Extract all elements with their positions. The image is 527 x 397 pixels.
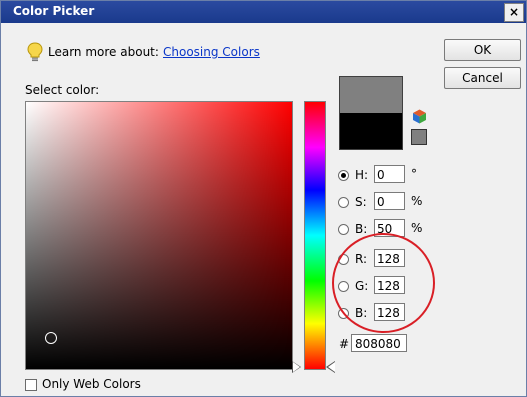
red-input[interactable]: 128 [374, 249, 405, 267]
only-web-colors-label[interactable]: Only Web Colors [42, 377, 141, 391]
current-color-swatch[interactable] [339, 113, 403, 150]
brightness-unit: % [411, 221, 423, 235]
ok-button[interactable]: OK [444, 39, 521, 61]
blue-label: B: [355, 306, 368, 320]
green-input[interactable]: 128 [374, 276, 405, 294]
hue-unit: ° [411, 167, 417, 181]
saturation-radio[interactable] [338, 197, 349, 208]
red-label: R: [355, 252, 368, 266]
learn-more-label: Learn more about: [48, 45, 159, 59]
title-bar: Color Picker × [1, 1, 526, 23]
green-radio[interactable] [338, 281, 349, 292]
new-color-swatch [339, 76, 403, 113]
hue-label: H: [355, 168, 369, 182]
websafe-cube-icon[interactable] [412, 109, 427, 124]
close-button[interactable]: × [504, 3, 524, 22]
select-color-label: Select color: [25, 83, 100, 97]
cancel-button[interactable]: Cancel [444, 67, 521, 89]
only-web-colors-checkbox[interactable] [25, 379, 37, 391]
lightbulb-icon [27, 42, 43, 62]
websafe-color-swatch[interactable] [411, 129, 427, 145]
blue-input[interactable]: 128 [374, 303, 405, 321]
hex-input[interactable]: 808080 [351, 334, 407, 352]
saturation-input[interactable]: 0 [374, 192, 405, 210]
red-radio[interactable] [338, 254, 349, 265]
hex-hash-label: # [339, 337, 350, 351]
blue-radio[interactable] [338, 308, 349, 319]
brightness-input[interactable]: 50 [374, 219, 405, 237]
hue-slider-left-arrow-fill [293, 362, 300, 372]
hue-input[interactable]: 0 [374, 165, 405, 183]
hue-radio[interactable] [338, 170, 349, 181]
hue-slider-right-arrow-fill [328, 362, 335, 372]
window-title: Color Picker [13, 4, 95, 18]
saturation-label: S: [355, 195, 367, 209]
brightness-label: B: [355, 222, 368, 236]
color-picker-dialog: Color Picker × Learn more about: Choosin… [0, 0, 527, 397]
saturation-brightness-field[interactable] [25, 101, 293, 370]
green-label: G: [355, 279, 369, 293]
hue-slider[interactable] [304, 101, 326, 370]
choosing-colors-link[interactable]: Choosing Colors [163, 45, 260, 59]
color-field-marker[interactable] [45, 332, 57, 344]
saturation-unit: % [411, 194, 423, 208]
brightness-radio[interactable] [338, 224, 349, 235]
